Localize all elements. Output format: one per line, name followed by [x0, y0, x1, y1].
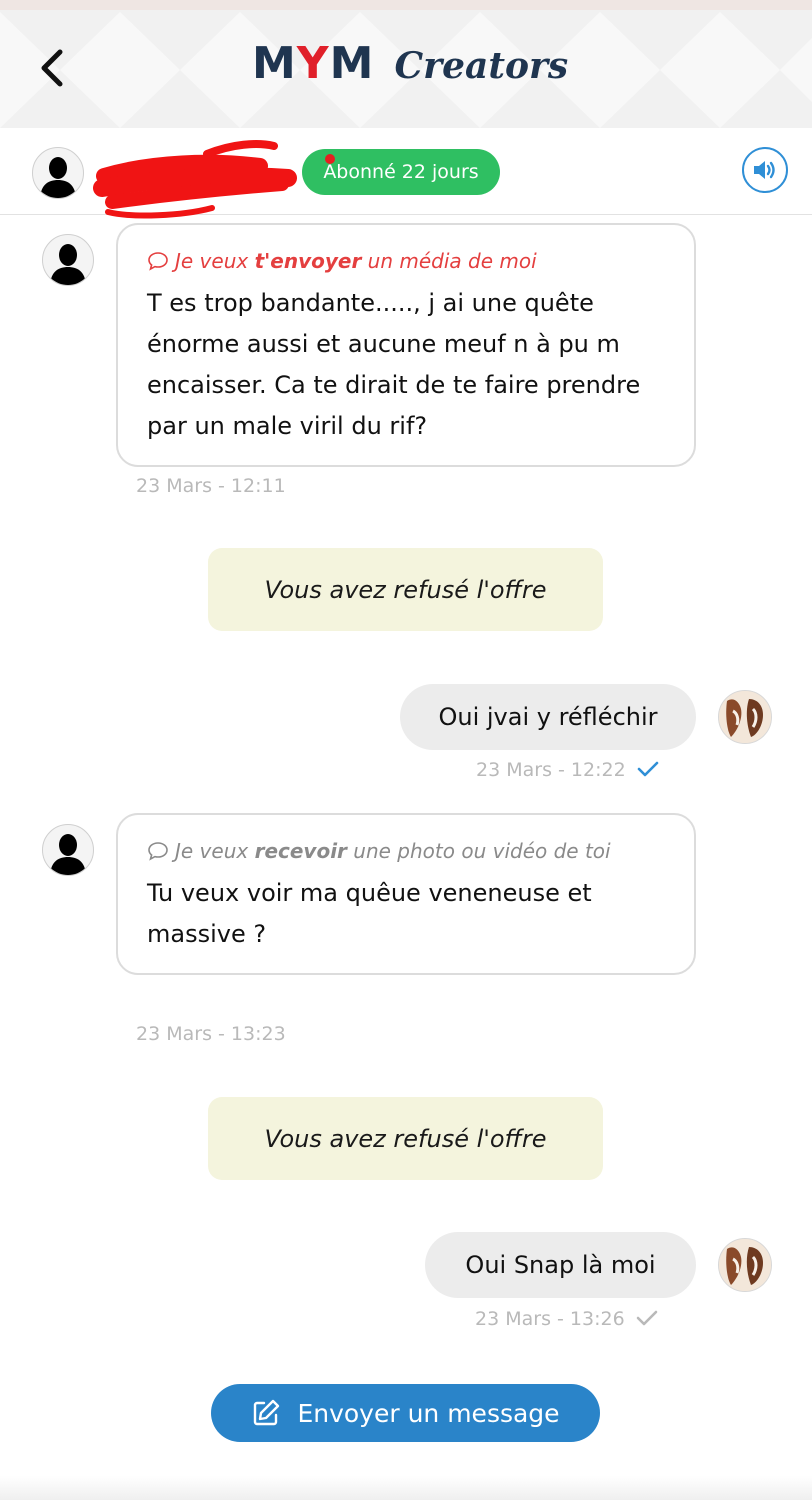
person-silhouette-icon [50, 834, 86, 875]
own-avatar[interactable] [718, 1238, 772, 1292]
sender-avatar[interactable] [42, 234, 94, 286]
outgoing-message-bubble[interactable]: Oui Snap là moi [425, 1232, 696, 1298]
media-request-line: Je veux t'envoyer un média de moi [147, 241, 666, 281]
chat-bubble-icon [148, 252, 168, 271]
notification-dot [325, 154, 335, 164]
profile-photo [719, 1239, 771, 1291]
speaker-icon [754, 161, 775, 179]
message-timestamp-row: 23 Mars - 13:26 [475, 1308, 659, 1330]
app-header: MYM Creators [0, 0, 812, 128]
sender-avatar[interactable] [42, 824, 94, 876]
mym-creators-logo: MYM Creators [252, 38, 568, 98]
back-arrow-icon[interactable] [36, 46, 70, 90]
person-silhouette-icon [50, 244, 86, 285]
message-timestamp: 23 Mars - 12:22 [476, 759, 626, 781]
profile-photo [719, 691, 771, 743]
send-message-button[interactable]: Envoyer un message [211, 1384, 600, 1442]
incoming-message-bubble[interactable]: Je veux t'envoyer un média de moi T es t… [116, 223, 696, 467]
media-request-line: Je veux recevoir une photo ou vidéo de t… [147, 831, 666, 871]
message-timestamp-row: 23 Mars - 12:22 [476, 759, 660, 781]
logo-creators-text: Creators [394, 45, 569, 87]
message-text: Tu veux voir ma quêue veneneuse et massi… [147, 879, 592, 948]
contact-avatar[interactable] [32, 147, 84, 199]
redacted-username-scribble [93, 140, 297, 219]
offer-refused-notice: Vous avez refusé l'offre [208, 1097, 603, 1180]
bottom-edge [0, 1476, 812, 1500]
edit-icon [254, 1399, 280, 1426]
message-timestamp: 23 Mars - 13:26 [475, 1308, 625, 1330]
offer-refused-notice: Vous avez refusé l'offre [208, 548, 603, 631]
chat-bubble-icon [148, 842, 168, 861]
logo-mym-text: MYM [252, 38, 375, 89]
message-timestamp: 23 Mars - 13:23 [136, 1023, 286, 1045]
status-strip [0, 0, 812, 10]
sound-toggle-button[interactable] [742, 147, 788, 193]
check-icon [636, 1310, 657, 1326]
subscription-duration-badge: Abonné 22 jours [302, 149, 500, 195]
check-icon [637, 761, 658, 777]
own-avatar[interactable] [718, 690, 772, 744]
incoming-message-bubble[interactable]: Je veux recevoir une photo ou vidéo de t… [116, 813, 696, 975]
outgoing-message-bubble[interactable]: Oui jvai y réfléchir [400, 684, 696, 750]
message-timestamp: 23 Mars - 12:11 [136, 475, 286, 497]
person-silhouette-icon [40, 157, 76, 198]
message-text: T es trop bandante....., j ai une quête … [147, 289, 641, 440]
